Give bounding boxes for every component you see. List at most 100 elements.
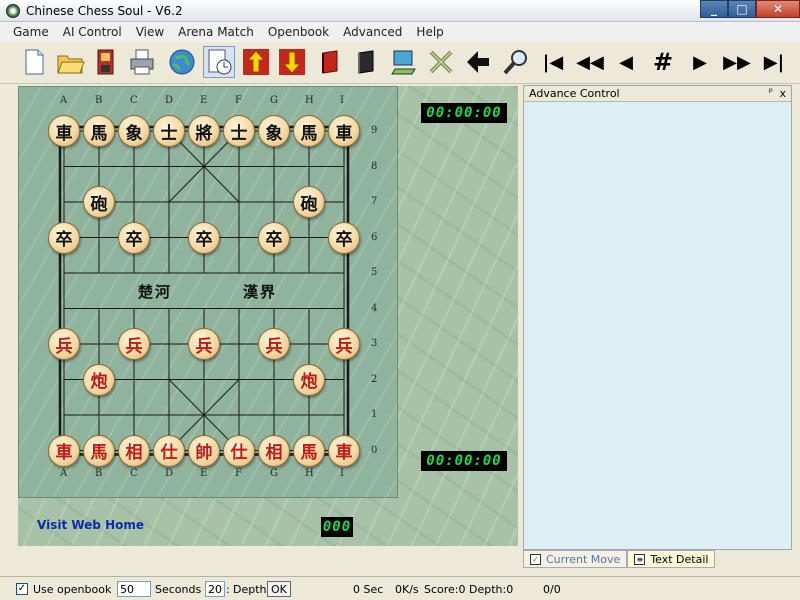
- black-piece[interactable]: 卒: [258, 221, 290, 254]
- file-label-e: E: [200, 468, 208, 479]
- rank-label-9: 9: [371, 125, 378, 136]
- menu-advanced[interactable]: Advanced: [336, 22, 409, 42]
- panel-header: Advance Control ᵖ x: [524, 86, 791, 102]
- black-book-icon[interactable]: [350, 46, 382, 78]
- black-piece[interactable]: 車: [328, 115, 360, 147]
- minimize-button[interactable]: _: [700, 0, 728, 18]
- red-piece[interactable]: 兵: [188, 328, 220, 360]
- status-progress: 0/0: [543, 582, 561, 596]
- red-piece[interactable]: 帥: [188, 434, 220, 467]
- toolbar: |◀ ◀◀ ◀ # ▶ ▶▶ ▶|: [0, 42, 800, 84]
- panel-body: [524, 102, 791, 549]
- save-disk-icon[interactable]: [90, 46, 122, 78]
- file-label-c: C: [130, 468, 138, 479]
- document-icon: ≡: [634, 553, 646, 565]
- black-piece[interactable]: 卒: [48, 221, 80, 254]
- red-piece[interactable]: 炮: [293, 363, 325, 396]
- file-label-a: A: [60, 95, 68, 106]
- file-label-g: G: [270, 95, 278, 106]
- file-label-h: H: [305, 95, 314, 106]
- first-move-button[interactable]: |◀: [537, 46, 569, 78]
- tab-label: Text Detail: [650, 552, 709, 566]
- status-depth: Depth:0: [469, 582, 514, 596]
- black-piece[interactable]: 卒: [118, 221, 150, 254]
- seconds-input[interactable]: 50: [117, 581, 151, 597]
- black-piece[interactable]: 卒: [188, 221, 220, 254]
- maximize-button[interactable]: □: [728, 0, 756, 18]
- black-piece[interactable]: 馬: [83, 115, 115, 147]
- panel-close-icon[interactable]: x: [779, 87, 786, 100]
- rank-label-3: 3: [371, 338, 378, 349]
- move-counter: 000: [321, 517, 353, 537]
- menu-arena-match[interactable]: Arena Match: [171, 22, 261, 42]
- black-piece[interactable]: 砲: [293, 186, 325, 218]
- black-piece[interactable]: 將: [188, 115, 220, 147]
- menu-openbook[interactable]: Openbook: [261, 22, 336, 42]
- ok-button[interactable]: OK: [267, 581, 291, 597]
- menu-help[interactable]: Help: [409, 22, 450, 42]
- board-grid-button[interactable]: #: [647, 46, 679, 78]
- tab-current-move[interactable]: ✓ Current Move: [523, 550, 628, 568]
- visit-web-home-link[interactable]: Visit Web Home: [37, 518, 144, 532]
- back-arrow-icon[interactable]: [462, 46, 494, 78]
- last-move-button[interactable]: ▶|: [758, 46, 790, 78]
- red-book-icon[interactable]: [314, 46, 346, 78]
- menu-bar: Game AI Control View Arena Match Openboo…: [0, 22, 800, 42]
- fast-forward-button[interactable]: ▶▶: [721, 46, 753, 78]
- black-piece[interactable]: 砲: [83, 186, 115, 218]
- red-piece[interactable]: 兵: [328, 328, 360, 360]
- black-piece[interactable]: 象: [118, 115, 150, 147]
- red-piece[interactable]: 車: [328, 434, 360, 467]
- black-piece[interactable]: 馬: [293, 115, 325, 147]
- file-label-f: F: [235, 95, 242, 106]
- printer-icon[interactable]: [126, 46, 158, 78]
- black-piece[interactable]: 車: [48, 115, 80, 147]
- status-bar: ✓ Use openbook 50 Seconds 20 : Depth OK …: [0, 576, 800, 600]
- red-piece[interactable]: 兵: [258, 328, 290, 360]
- red-piece[interactable]: 車: [48, 434, 80, 467]
- file-label-e: E: [200, 95, 208, 106]
- panel-tabs: ✓ Current Move ≡ Text Detail: [523, 550, 792, 568]
- magnifier-icon[interactable]: [500, 46, 532, 78]
- file-label-g: G: [270, 468, 278, 479]
- red-piece[interactable]: 仕: [223, 434, 255, 467]
- seconds-label: Seconds: [155, 582, 202, 596]
- black-piece[interactable]: 卒: [328, 221, 360, 254]
- computer-icon[interactable]: [388, 46, 420, 78]
- close-button[interactable]: ✕: [756, 0, 800, 18]
- pin-icon[interactable]: ᵖ: [769, 87, 773, 98]
- use-openbook-option[interactable]: ✓ Use openbook: [16, 581, 111, 597]
- red-piece[interactable]: 仕: [153, 434, 185, 467]
- crossed-swords-icon[interactable]: [425, 46, 457, 78]
- menu-game[interactable]: Game: [6, 22, 56, 42]
- red-piece[interactable]: 兵: [48, 328, 80, 360]
- bottom-timer: 00:00:00: [421, 451, 507, 471]
- depth-input[interactable]: 20: [205, 581, 225, 597]
- file-label-d: D: [165, 468, 174, 479]
- red-piece[interactable]: 相: [258, 434, 290, 467]
- red-piece[interactable]: 馬: [293, 434, 325, 467]
- red-piece[interactable]: 相: [118, 434, 150, 467]
- black-piece[interactable]: 士: [223, 115, 255, 147]
- open-folder-icon[interactable]: [54, 46, 86, 78]
- file-label-i: I: [340, 95, 344, 106]
- red-piece[interactable]: 兵: [118, 328, 150, 360]
- clock-icon[interactable]: [203, 46, 235, 78]
- step-forward-button[interactable]: ▶: [684, 46, 716, 78]
- river-label-left: 楚河: [138, 283, 173, 301]
- menu-ai-control[interactable]: AI Control: [56, 22, 129, 42]
- fast-back-button[interactable]: ◀◀: [574, 46, 606, 78]
- menu-view[interactable]: View: [129, 22, 171, 42]
- swap-down-icon[interactable]: [276, 46, 308, 78]
- step-back-button[interactable]: ◀: [610, 46, 642, 78]
- red-piece[interactable]: 炮: [83, 363, 115, 396]
- black-piece[interactable]: 象: [258, 115, 290, 147]
- tab-text-detail[interactable]: ≡ Text Detail: [627, 550, 716, 568]
- file-label-b: B: [95, 95, 103, 106]
- black-piece[interactable]: 士: [153, 115, 185, 147]
- use-openbook-checkbox[interactable]: ✓: [16, 583, 28, 595]
- swap-up-icon[interactable]: [240, 46, 272, 78]
- new-document-icon[interactable]: [18, 46, 50, 78]
- globe-icon[interactable]: [166, 46, 198, 78]
- red-piece[interactable]: 馬: [83, 434, 115, 467]
